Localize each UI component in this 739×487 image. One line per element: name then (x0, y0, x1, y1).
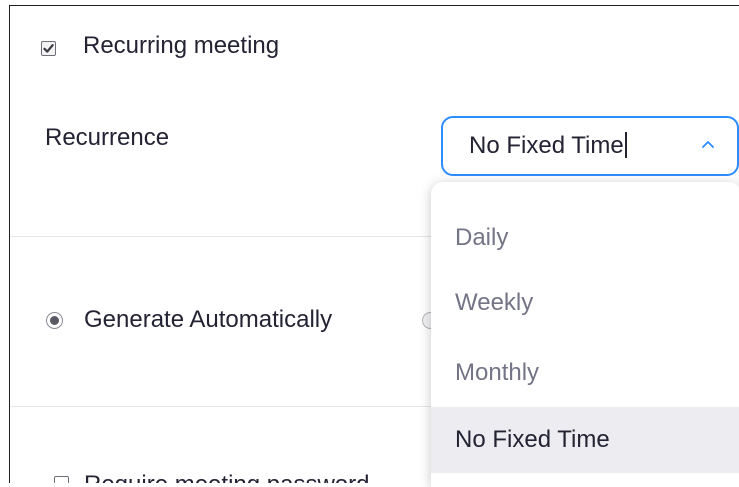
recurrence-select-value-text: No Fixed Time (469, 132, 624, 159)
recurrence-select-value[interactable]: No Fixed Time (469, 132, 627, 160)
recurrence-option-daily[interactable]: Daily (431, 205, 739, 271)
meeting-password-label: Require meeting password (84, 471, 369, 483)
recurrence-option-monthly[interactable]: Monthly (431, 340, 739, 406)
recurring-meeting-label: Recurring meeting (83, 32, 280, 59)
recurring-meeting-checkbox[interactable] (41, 41, 56, 56)
recurrence-select[interactable]: No Fixed Time (441, 116, 739, 176)
recurrence-label: Recurrence (45, 124, 170, 151)
recurrence-dropdown-menu: Daily Weekly Monthly No Fixed Time (431, 182, 739, 487)
recurrence-option-weekly[interactable]: Weekly (431, 270, 739, 336)
text-cursor (624, 132, 627, 158)
generate-automatically-radio[interactable] (46, 312, 63, 329)
chevron-up-icon[interactable] (699, 136, 717, 154)
checkmark-icon (43, 44, 54, 53)
meeting-password-checkbox[interactable] (54, 476, 69, 483)
generate-automatically-label: Generate Automatically (84, 306, 333, 333)
recurrence-option-no-fixed-time[interactable]: No Fixed Time (431, 407, 739, 473)
